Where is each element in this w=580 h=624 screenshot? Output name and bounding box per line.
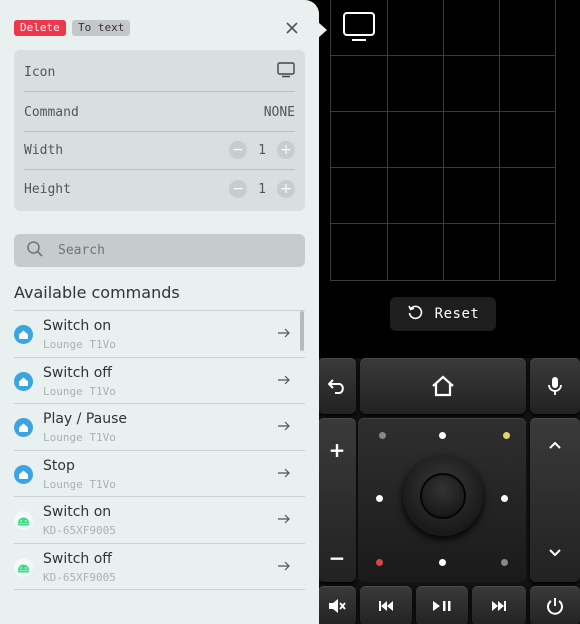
commands-scrollbar[interactable] (300, 311, 304, 351)
height-label: Height (24, 181, 71, 197)
height-row: Height − 1 + (24, 169, 295, 209)
home-assistant-icon (14, 418, 33, 437)
height-increment-button[interactable]: + (277, 180, 295, 198)
indicator-dot (439, 432, 446, 439)
command-row[interactable]: Command NONE (24, 92, 295, 132)
indicator-dot (439, 559, 446, 566)
channel-rocker[interactable] (530, 418, 580, 582)
command-title: Switch off (43, 364, 112, 381)
list-item[interactable]: Play / Pause Lounge T1Vo (14, 404, 305, 451)
panel-pointer (318, 22, 327, 38)
indicator-dot (501, 559, 508, 566)
arrow-right-icon[interactable] (277, 373, 291, 387)
home-assistant-icon (14, 371, 33, 391)
tv-icon[interactable] (343, 12, 375, 42)
remote-preview: + − (318, 358, 580, 624)
command-device: KD-65XF9005 (43, 524, 116, 537)
command-device: KD-65XF9005 (43, 570, 116, 584)
back-icon (327, 379, 344, 394)
command-title: Play / Pause (43, 411, 127, 427)
tv-icon[interactable] (277, 62, 295, 82)
arrow-right-icon[interactable] (277, 466, 291, 480)
play-pause-icon (433, 601, 451, 611)
list-item[interactable]: Switch off KD-65XF9005 (14, 544, 305, 590)
forward-key[interactable] (472, 586, 526, 624)
home-assistant-icon (14, 325, 33, 344)
chevron-down-icon (549, 549, 561, 557)
dpad-ring[interactable] (403, 456, 483, 536)
ok-button[interactable] (420, 473, 466, 519)
list-item[interactable]: Switch on Lounge T1Vo (14, 311, 305, 358)
indicator-dot (503, 432, 510, 439)
reset-button[interactable]: Reset (390, 297, 496, 331)
list-item[interactable]: Switch on KD-65XF9005 (14, 497, 305, 544)
width-decrement-button[interactable]: − (229, 141, 247, 159)
command-device: Lounge T1Vo (43, 384, 116, 398)
android-icon (14, 557, 33, 577)
rewind-key[interactable] (360, 586, 412, 624)
button-grid[interactable] (330, 0, 556, 281)
reset-icon (407, 304, 423, 324)
arrow-right-icon[interactable] (277, 512, 291, 526)
icon-row[interactable]: Icon (24, 52, 295, 92)
play-pause-key[interactable] (416, 586, 468, 624)
power-icon (547, 598, 563, 615)
mute-key[interactable] (318, 586, 356, 624)
arrow-right-icon[interactable] (277, 559, 291, 573)
delete-button[interactable]: Delete (14, 20, 66, 36)
search-input[interactable]: Search (14, 234, 305, 267)
indicator-dot (376, 495, 383, 502)
command-device: Lounge T1Vo (43, 477, 116, 491)
back-key[interactable] (318, 358, 356, 414)
mute-icon (329, 599, 346, 613)
width-label: Width (24, 142, 64, 158)
command-title: Stop (43, 457, 75, 474)
volume-rocker[interactable]: + − (318, 418, 356, 582)
button-properties-panel: Delete To text Icon Command NONE Width −… (0, 0, 319, 624)
available-commands-title: Available commands (14, 283, 180, 302)
android-icon (14, 511, 33, 530)
command-title: Switch on (43, 504, 112, 520)
width-stepper: − 1 + (229, 141, 295, 159)
close-icon[interactable] (283, 19, 301, 37)
command-device: Lounge T1Vo (43, 431, 116, 444)
command-title: Switch on (43, 318, 112, 334)
width-value: 1 (258, 142, 266, 158)
indicator-dot (376, 559, 383, 566)
to-text-button[interactable]: To text (72, 20, 131, 36)
command-device: Lounge T1Vo (43, 338, 116, 351)
indicator-dot (501, 495, 508, 502)
command-label: Command (24, 104, 79, 120)
chevron-up-icon (549, 441, 561, 449)
list-item[interactable]: Stop Lounge T1Vo (14, 451, 305, 497)
width-increment-button[interactable]: + (277, 141, 295, 159)
plus-icon: + (328, 438, 346, 462)
height-value: 1 (258, 181, 266, 197)
list-item[interactable]: Switch off Lounge T1Vo (14, 358, 305, 404)
mic-icon (548, 377, 562, 395)
home-assistant-icon (14, 464, 33, 484)
next-icon (492, 601, 506, 611)
commands-list: Switch on Lounge T1Vo Switch off Lounge … (14, 310, 305, 590)
indicator-dot (379, 432, 386, 439)
previous-icon (379, 601, 393, 611)
search-icon (26, 240, 44, 262)
minus-icon: − (328, 546, 346, 570)
power-key[interactable] (530, 586, 580, 624)
dpad[interactable] (358, 418, 526, 582)
command-value[interactable]: NONE (264, 105, 295, 120)
home-key[interactable] (360, 358, 526, 414)
properties-card: Icon Command NONE Width − 1 + Height − 1… (14, 50, 305, 211)
mic-key[interactable] (530, 358, 580, 414)
arrow-right-icon[interactable] (277, 419, 291, 433)
icon-label: Icon (24, 64, 56, 80)
home-icon (432, 375, 454, 397)
height-decrement-button[interactable]: − (229, 180, 247, 198)
height-stepper: − 1 + (229, 180, 295, 198)
arrow-right-icon[interactable] (277, 326, 291, 340)
reset-label: Reset (434, 306, 480, 322)
width-row: Width − 1 + (24, 130, 295, 170)
command-title: Switch off (43, 550, 112, 567)
search-placeholder: Search (58, 243, 105, 258)
